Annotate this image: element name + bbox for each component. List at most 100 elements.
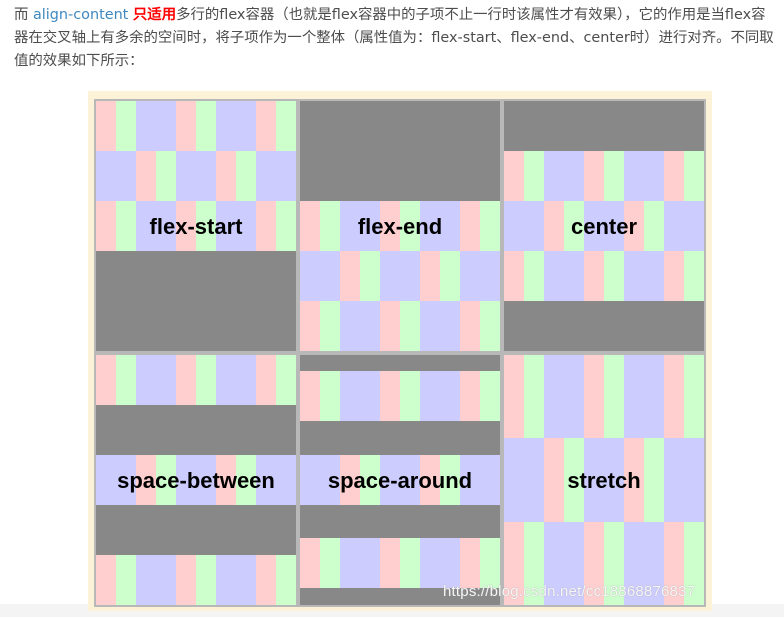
flex-item bbox=[236, 555, 256, 605]
flex-item bbox=[604, 355, 624, 438]
align-content-link[interactable]: align-content bbox=[33, 7, 128, 23]
flex-item bbox=[300, 371, 320, 421]
flex-item bbox=[584, 355, 604, 438]
demo-label: space-around bbox=[327, 468, 473, 493]
flex-item bbox=[340, 538, 360, 588]
flex-item bbox=[684, 151, 704, 201]
flex-item bbox=[564, 251, 584, 301]
flex-item bbox=[480, 251, 500, 301]
flex-item bbox=[440, 251, 460, 301]
demo-label: space-between bbox=[117, 468, 275, 493]
flex-item bbox=[340, 371, 360, 421]
flex-item bbox=[176, 555, 196, 605]
flex-line bbox=[300, 371, 500, 421]
flex-item bbox=[504, 251, 524, 301]
flex-item bbox=[300, 251, 320, 301]
flex-item bbox=[480, 301, 500, 351]
flex-item bbox=[116, 101, 136, 151]
align-content-figure: flex-start flex-end center space-between spa… bbox=[88, 91, 712, 611]
flex-item bbox=[196, 151, 216, 201]
flex-item bbox=[624, 251, 644, 301]
intro-prefix: 而 bbox=[14, 7, 33, 23]
flex-item bbox=[116, 555, 136, 605]
flex-item bbox=[400, 301, 420, 351]
flex-item bbox=[544, 355, 564, 438]
flex-item bbox=[400, 371, 420, 421]
demo-cell-center: center bbox=[502, 99, 706, 353]
flex-item bbox=[664, 251, 684, 301]
flex-item bbox=[684, 251, 704, 301]
demo-label: center bbox=[570, 214, 638, 239]
demo-cell-flex-end: flex-end bbox=[298, 99, 502, 353]
flex-item bbox=[136, 355, 156, 405]
flex-item bbox=[256, 355, 276, 405]
flex-item bbox=[216, 151, 236, 201]
demo-label: stretch bbox=[567, 468, 641, 493]
flex-item bbox=[300, 538, 320, 588]
flex-item bbox=[380, 251, 400, 301]
flex-item bbox=[400, 538, 420, 588]
flex-item bbox=[156, 151, 176, 201]
flex-item bbox=[196, 555, 216, 605]
flex-item bbox=[256, 101, 276, 151]
flex-item bbox=[544, 251, 564, 301]
flex-item bbox=[564, 151, 584, 201]
flex-item bbox=[524, 355, 544, 438]
flex-item bbox=[664, 355, 684, 438]
flex-item bbox=[276, 355, 296, 405]
flex-item bbox=[360, 251, 380, 301]
flex-item bbox=[256, 151, 276, 201]
flex-item bbox=[604, 151, 624, 201]
flex-line bbox=[96, 151, 296, 201]
flex-item bbox=[460, 301, 480, 351]
flex-line bbox=[504, 355, 704, 438]
flex-line bbox=[300, 301, 500, 351]
flex-item bbox=[624, 151, 644, 201]
flex-item bbox=[460, 251, 480, 301]
flex-item bbox=[504, 355, 524, 438]
flex-item bbox=[176, 355, 196, 405]
flex-item bbox=[276, 151, 296, 201]
flex-item bbox=[96, 101, 116, 151]
flex-line bbox=[504, 251, 704, 301]
flex-item bbox=[440, 301, 460, 351]
emphasis-text: 只适用 bbox=[132, 7, 177, 23]
flex-item bbox=[684, 355, 704, 438]
flex-item bbox=[96, 355, 116, 405]
flex-item bbox=[360, 301, 380, 351]
flex-item bbox=[156, 101, 176, 151]
flex-item bbox=[216, 555, 236, 605]
flex-item bbox=[604, 251, 624, 301]
flex-item bbox=[116, 151, 136, 201]
flex-line bbox=[504, 151, 704, 201]
flex-item bbox=[644, 151, 664, 201]
flex-line bbox=[96, 355, 296, 405]
flex-item bbox=[644, 251, 664, 301]
flex-item bbox=[460, 538, 480, 588]
flex-item bbox=[360, 371, 380, 421]
flex-item bbox=[480, 371, 500, 421]
flex-item bbox=[480, 538, 500, 588]
flex-item bbox=[420, 371, 440, 421]
intro-paragraph: 而 align-content 只适用多行的flex容器（也就是flex容器中的… bbox=[14, 4, 776, 73]
flex-item bbox=[236, 355, 256, 405]
demo-cell-flex-start: flex-start bbox=[94, 99, 298, 353]
flex-item bbox=[420, 251, 440, 301]
flex-item bbox=[320, 251, 340, 301]
flex-item bbox=[176, 101, 196, 151]
flex-item bbox=[216, 355, 236, 405]
flex-item bbox=[440, 371, 460, 421]
flex-item bbox=[360, 538, 380, 588]
flex-item bbox=[524, 251, 544, 301]
flex-item bbox=[96, 555, 116, 605]
flex-item bbox=[196, 101, 216, 151]
flex-item bbox=[156, 355, 176, 405]
flex-line bbox=[300, 538, 500, 588]
flex-item bbox=[584, 151, 604, 201]
flex-item bbox=[116, 355, 136, 405]
flex-item bbox=[136, 101, 156, 151]
flex-item bbox=[276, 555, 296, 605]
flex-item bbox=[524, 151, 544, 201]
flex-item bbox=[380, 538, 400, 588]
flex-item bbox=[400, 251, 420, 301]
